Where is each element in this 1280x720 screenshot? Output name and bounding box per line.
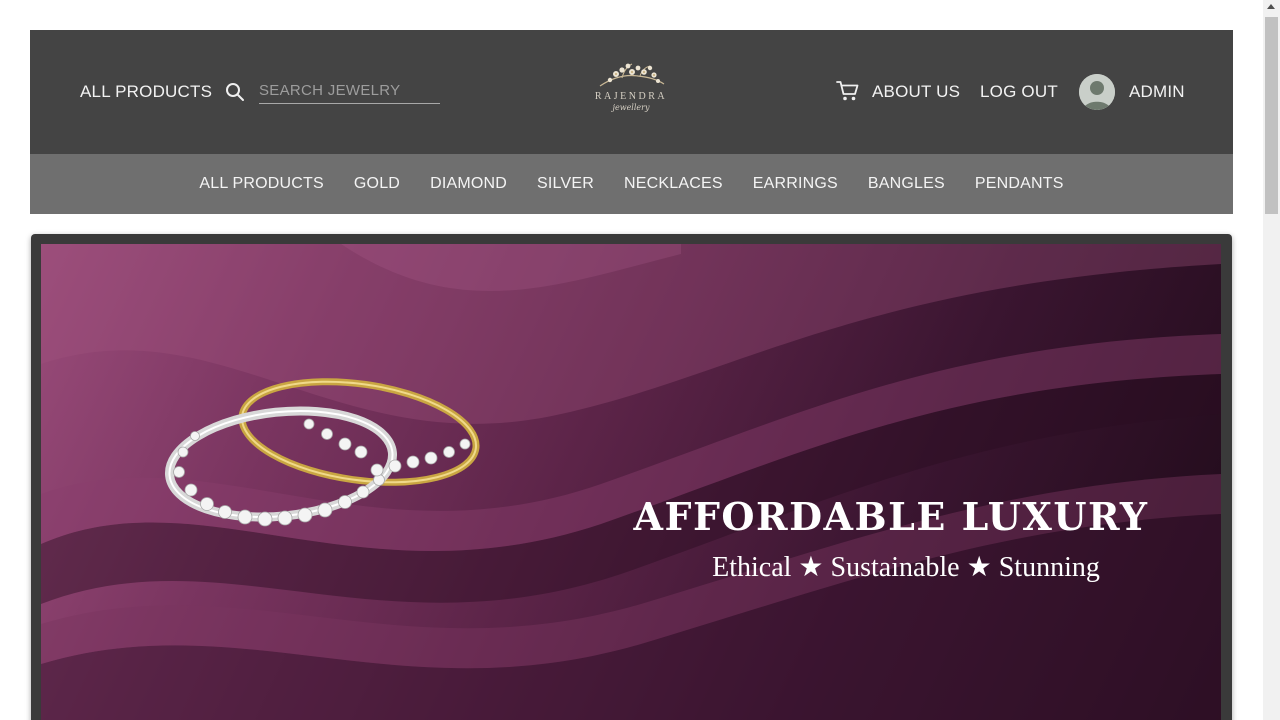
category-nav: ALL PRODUCTS GOLD DIAMOND SILVER NECKLAC… [30, 154, 1233, 214]
category-pendants[interactable]: PENDANTS [975, 175, 1064, 193]
all-products-link[interactable]: ALL PRODUCTS [80, 82, 212, 102]
hero-banner-frame: AFFORDABLE LUXURY Ethical ★ Sustainable … [31, 234, 1232, 720]
category-all-products[interactable]: ALL PRODUCTS [199, 175, 324, 193]
cart-icon[interactable] [836, 80, 860, 102]
diamond-rings-image [164, 378, 480, 527]
admin-user-link[interactable]: ADMIN [1129, 82, 1185, 102]
hero-subtitle: Ethical ★ Sustainable ★ Stunning [712, 552, 1100, 583]
category-diamond[interactable]: DIAMOND [430, 175, 507, 193]
search-field [259, 78, 440, 104]
search-icon[interactable] [225, 82, 245, 102]
logo-name: RAJENDRA [594, 91, 668, 102]
search-input[interactable] [259, 78, 440, 103]
user-icon [1079, 74, 1115, 110]
hero-title: AFFORDABLE LUXURY [633, 494, 1149, 539]
page-scrollbar[interactable] [1263, 0, 1280, 720]
about-us-link[interactable]: ABOUT US [872, 82, 960, 102]
log-out-link[interactable]: LOG OUT [980, 82, 1058, 102]
scroll-up-icon[interactable] [1267, 4, 1275, 9]
category-silver[interactable]: SILVER [537, 175, 594, 193]
brand-logo[interactable]: RAJENDRA jewellery [585, 60, 677, 122]
category-gold[interactable]: GOLD [354, 175, 400, 193]
category-earrings[interactable]: EARRINGS [753, 175, 838, 193]
scrollbar-thumb[interactable] [1265, 17, 1278, 214]
floral-logo-icon [599, 63, 665, 87]
category-necklaces[interactable]: NECKLACES [624, 175, 723, 193]
category-bangles[interactable]: BANGLES [868, 175, 945, 193]
hero-banner[interactable]: AFFORDABLE LUXURY Ethical ★ Sustainable … [41, 244, 1221, 720]
top-header: ALL PRODUCTS RAJENDRA [30, 30, 1233, 154]
avatar[interactable] [1079, 74, 1115, 110]
logo-subtitle: jewellery [612, 103, 650, 112]
